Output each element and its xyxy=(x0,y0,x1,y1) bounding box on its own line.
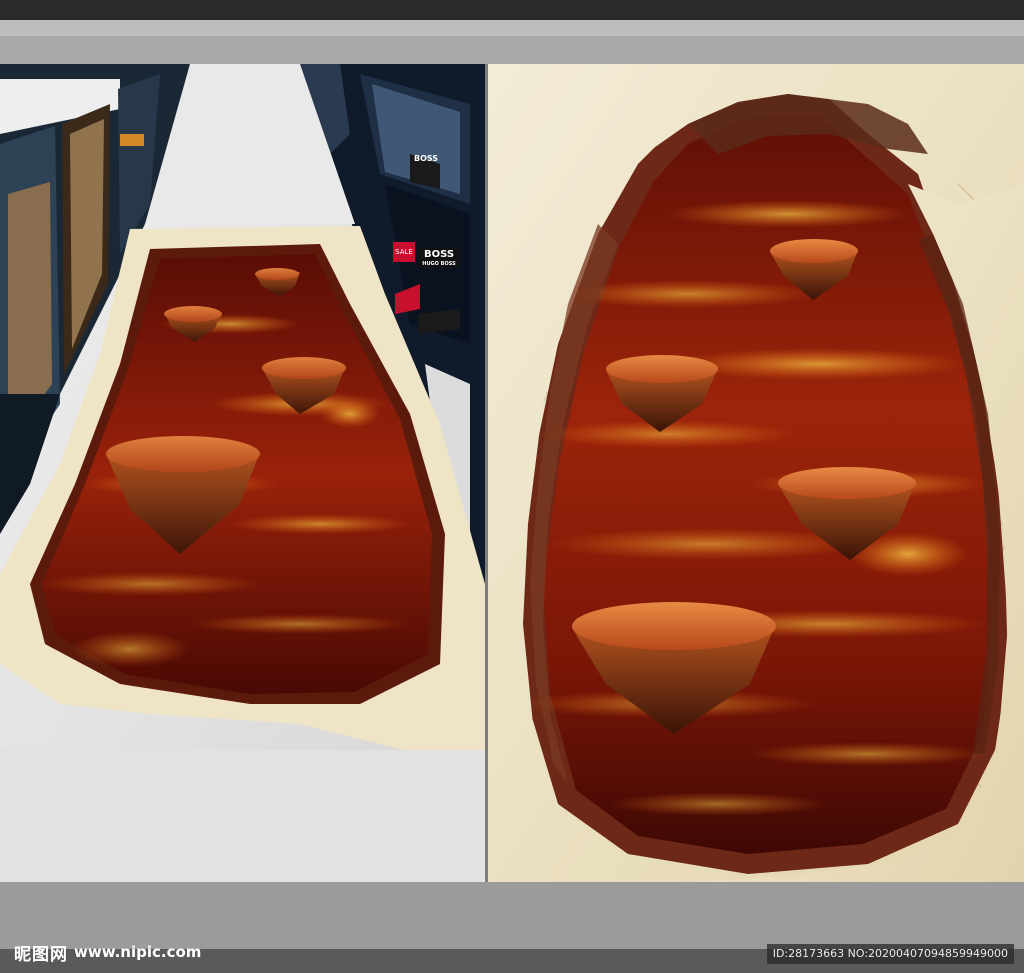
bottom-gray-area xyxy=(0,882,1024,949)
upper-brand-sign: BOSS xyxy=(414,154,439,163)
toolbar-strip xyxy=(0,20,1024,36)
brand-sign-sub: HUGO BOSS xyxy=(422,261,456,267)
watermark-url: www.nipic.com xyxy=(74,943,202,961)
mall-corridor-scene xyxy=(0,64,485,882)
marble-floor-bottom xyxy=(0,750,485,882)
watermark-logo: 昵图网 xyxy=(14,944,68,965)
brand-sign: BOSS HUGO BOSS xyxy=(418,248,460,268)
left-preview-panel: SALE BOSS HUGO BOSS BOSS xyxy=(0,64,485,882)
window-titlebar xyxy=(0,0,1024,21)
watermark-id: ID:28173663 NO:20200407094859949000 xyxy=(766,944,1014,964)
brand-sign-name: BOSS xyxy=(423,249,455,260)
lava-floor-design xyxy=(488,64,1024,882)
sale-sign: SALE xyxy=(393,242,415,262)
watermark-brand: 昵图网 www.nipic.com xyxy=(14,941,202,965)
right-preview-panel xyxy=(488,64,1024,882)
